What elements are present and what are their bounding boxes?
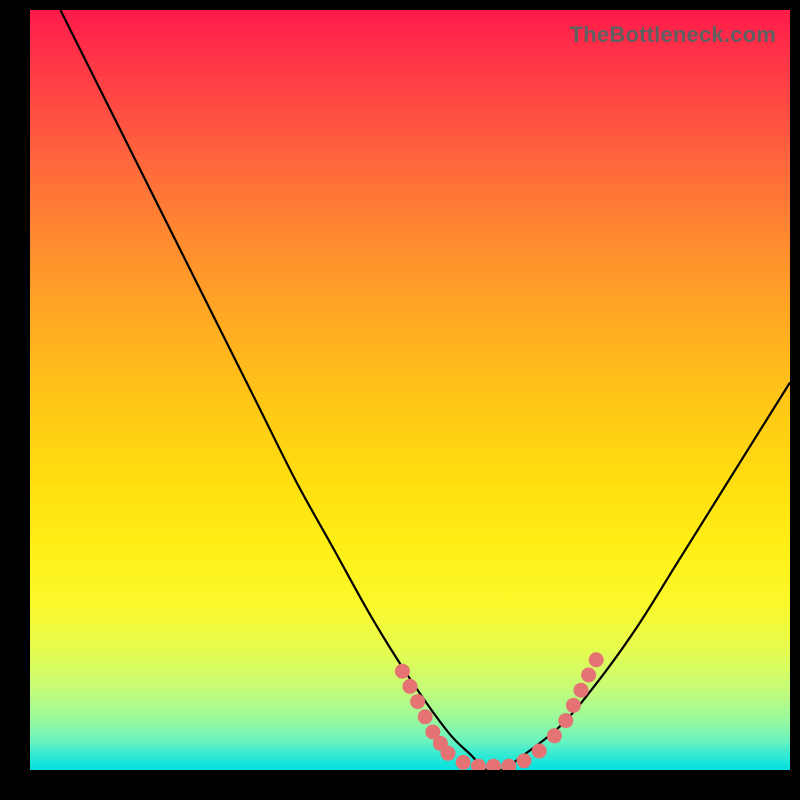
- highlight-dot: [581, 668, 596, 683]
- plot-area: TheBottleneck.com: [30, 10, 790, 770]
- highlight-dot: [471, 759, 486, 770]
- highlight-dot: [589, 652, 604, 667]
- highlight-dots: [395, 652, 604, 770]
- chart-container: TheBottleneck.com: [0, 0, 800, 800]
- highlight-dot: [532, 744, 547, 759]
- highlight-dot: [501, 759, 516, 770]
- highlight-dot: [456, 755, 471, 770]
- highlight-dot: [566, 698, 581, 713]
- highlight-dot: [403, 679, 418, 694]
- highlight-dot: [547, 728, 562, 743]
- highlight-dot: [410, 694, 425, 709]
- highlight-dot: [395, 664, 410, 679]
- highlight-dot: [574, 683, 589, 698]
- curve-svg: [30, 10, 790, 770]
- highlight-dot: [486, 759, 501, 770]
- highlight-dot: [558, 713, 573, 728]
- highlight-dot: [418, 709, 433, 724]
- highlight-dot: [441, 746, 456, 761]
- bottleneck-curve: [60, 10, 790, 770]
- highlight-dot: [517, 753, 532, 768]
